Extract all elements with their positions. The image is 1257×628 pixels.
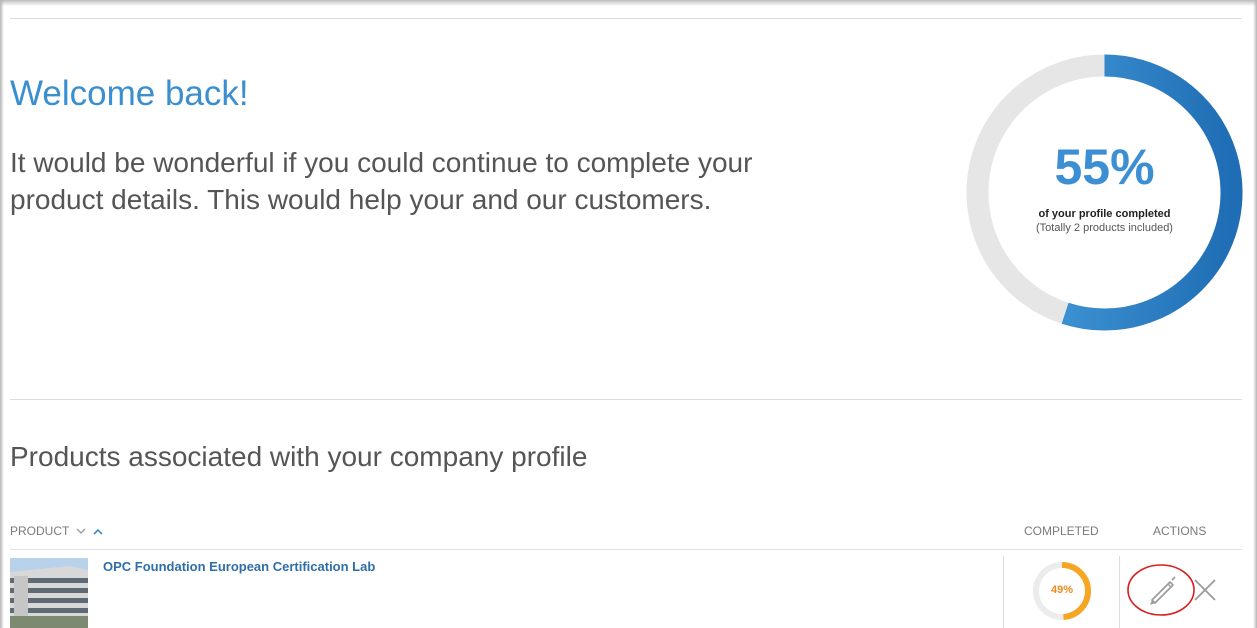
- profile-subcaption: (Totally 2 products included): [1036, 222, 1173, 234]
- column-separator: [1003, 556, 1004, 628]
- product-completion-percent: 49%: [1050, 584, 1074, 596]
- product-completion-donut: 49%: [1031, 560, 1093, 622]
- product-thumbnail: [10, 558, 88, 628]
- products-heading: Products associated with your company pr…: [10, 441, 588, 472]
- column-separator: [1119, 556, 1120, 628]
- chevron-down-icon[interactable]: [76, 526, 89, 538]
- welcome-message: It would be wonderful if you could conti…: [10, 147, 753, 215]
- top-divider: [10, 18, 1242, 19]
- pencil-icon: [1127, 564, 1195, 616]
- table-header-divider: [10, 549, 1242, 550]
- column-label-product: PRODUCT: [10, 524, 70, 538]
- edit-product-button[interactable]: [1126, 562, 1196, 618]
- window-edge-top: [0, 0, 1257, 6]
- column-header-actions: ACTIONS: [1153, 524, 1207, 538]
- column-header-completed: COMPLETED: [1024, 524, 1099, 538]
- page: Welcome back! It would be wonderful if y…: [0, 0, 1257, 628]
- window-edge-right: [1253, 0, 1257, 628]
- section-divider: [10, 399, 1242, 400]
- profile-progress-donut: 55% of your profile completed (Totally 2…: [962, 50, 1247, 335]
- column-header-product[interactable]: PRODUCT: [10, 524, 103, 538]
- welcome-title: Welcome back!: [10, 74, 249, 113]
- window-edge-left: [0, 0, 4, 628]
- delete-product-button[interactable]: [1192, 577, 1218, 603]
- profile-percent: 55%: [1054, 139, 1155, 195]
- chevron-up-icon[interactable]: [92, 526, 103, 538]
- profile-progress-text: 55% of your profile completed (Totally 2…: [962, 50, 1247, 335]
- building-image: [10, 558, 88, 628]
- close-icon: [1194, 579, 1216, 601]
- product-name-link[interactable]: OPC Foundation European Certification La…: [103, 559, 375, 574]
- profile-caption: of your profile completed: [1038, 208, 1171, 220]
